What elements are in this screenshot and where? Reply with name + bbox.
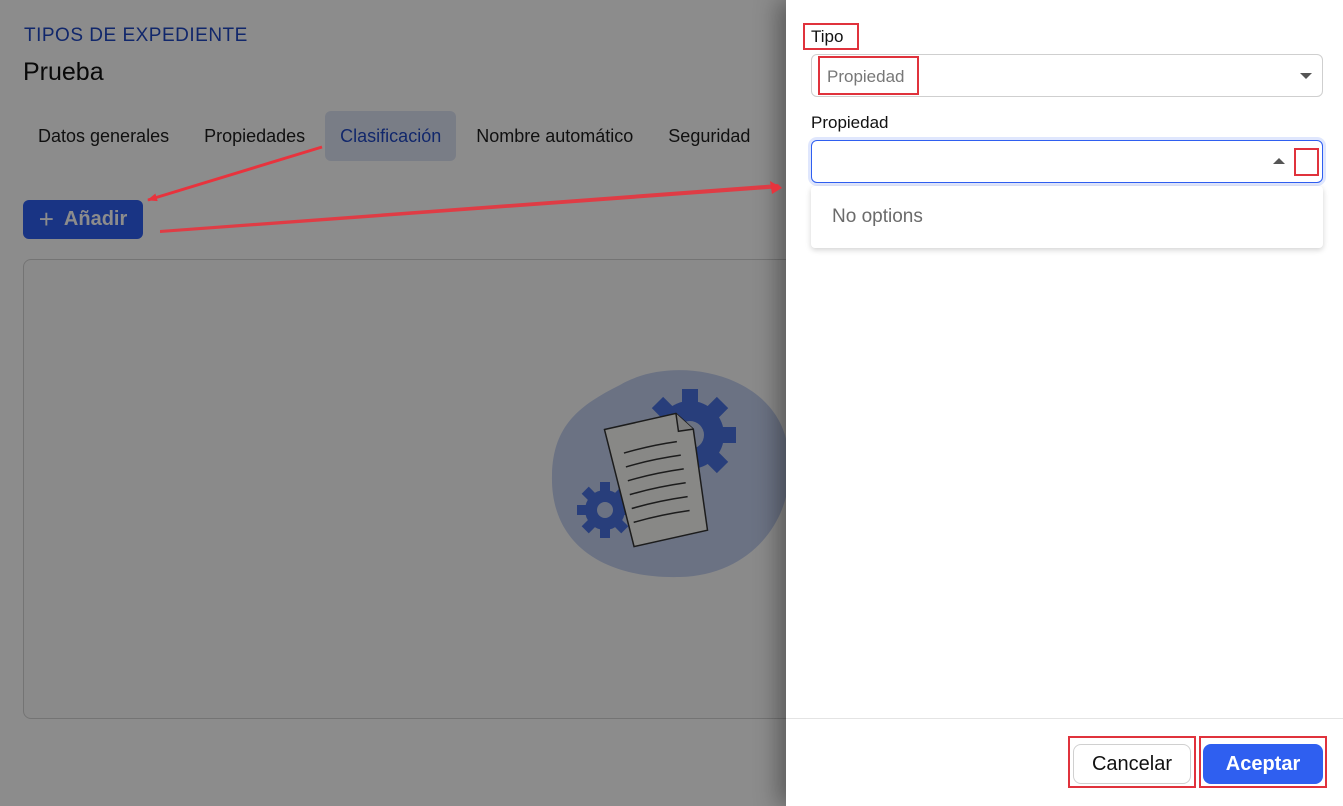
dropdown-toggle-button[interactable] [1268,149,1290,173]
propiedad-dropdown: No options [811,186,1323,248]
tipo-label: Tipo [811,27,844,46]
propiedad-autocomplete-input[interactable] [811,140,1323,183]
tipo-select[interactable]: Propiedad [811,54,1323,97]
caret-down-icon [1300,73,1312,79]
side-drawer: Tipo Propiedad Propiedad No options Canc… [786,0,1343,806]
accept-button[interactable]: Aceptar [1203,744,1323,784]
no-options-text: No options [832,206,923,227]
tipo-select-value: Propiedad [827,67,905,86]
caret-up-icon [1273,158,1285,164]
cancel-button[interactable]: Cancelar [1073,744,1191,784]
propiedad-label: Propiedad [811,113,889,132]
footer-divider [786,718,1343,719]
